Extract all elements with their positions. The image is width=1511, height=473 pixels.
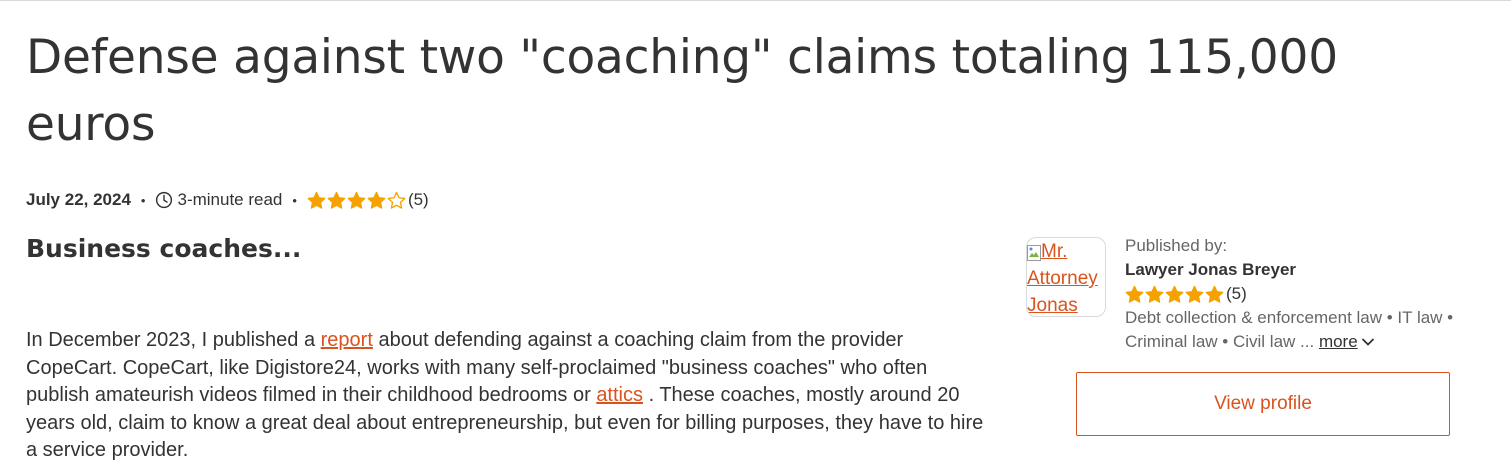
publish-date: July 22, 2024 xyxy=(26,190,131,209)
article-meta: July 22, 2024 • 3-minute read • (5) xyxy=(26,188,429,212)
more-link[interactable]: more xyxy=(1319,332,1358,351)
article-paragraph: In December 2023, I published a report a… xyxy=(26,327,991,465)
top-divider xyxy=(0,0,1511,1)
author-rating-stars[interactable] xyxy=(1125,285,1224,304)
article-subtitle: Business coaches... xyxy=(26,234,302,263)
star-filled-icon[interactable] xyxy=(1165,285,1184,304)
star-filled-icon[interactable] xyxy=(1125,285,1144,304)
published-by-label: Published by: xyxy=(1125,236,1228,255)
star-filled-icon[interactable] xyxy=(1205,285,1224,304)
star-empty-icon[interactable] xyxy=(387,191,406,210)
practice-areas: Debt collection & enforcement law • IT l… xyxy=(1125,306,1500,354)
author-name: Lawyer Jonas Breyer xyxy=(1125,260,1297,279)
author-card: Published by: Lawyer Jonas Breyer (5) De… xyxy=(1125,234,1500,354)
chevron-down-icon[interactable] xyxy=(1361,330,1375,346)
clock-icon xyxy=(155,191,173,209)
star-filled-icon[interactable] xyxy=(327,191,346,210)
author-avatar[interactable]: Mr. Attorney Jonas xyxy=(1026,237,1106,317)
attics-link[interactable]: attics xyxy=(596,384,643,406)
article-title: Defense against two "coaching" claims to… xyxy=(26,30,1338,152)
read-time: 3-minute read xyxy=(177,190,283,209)
broken-image-icon xyxy=(1027,242,1041,261)
view-profile-button[interactable]: View profile xyxy=(1076,372,1450,436)
article-rating-stars[interactable] xyxy=(307,191,406,210)
star-filled-icon[interactable] xyxy=(367,191,386,210)
star-filled-icon[interactable] xyxy=(307,191,326,210)
separator-dot: • xyxy=(140,192,146,208)
star-filled-icon[interactable] xyxy=(1145,285,1164,304)
author-rating-count: (5) xyxy=(1226,284,1247,303)
rating-count: (5) xyxy=(407,190,429,209)
paragraph-text: In December 2023, I published a xyxy=(26,329,316,351)
author-rating: (5) xyxy=(1125,282,1500,306)
separator-dot: • xyxy=(292,192,297,208)
star-filled-icon[interactable] xyxy=(1185,285,1204,304)
practice-areas-text: Debt collection & enforcement law • IT l… xyxy=(1125,308,1454,351)
report-link[interactable]: report xyxy=(321,329,373,351)
star-filled-icon[interactable] xyxy=(347,191,366,210)
